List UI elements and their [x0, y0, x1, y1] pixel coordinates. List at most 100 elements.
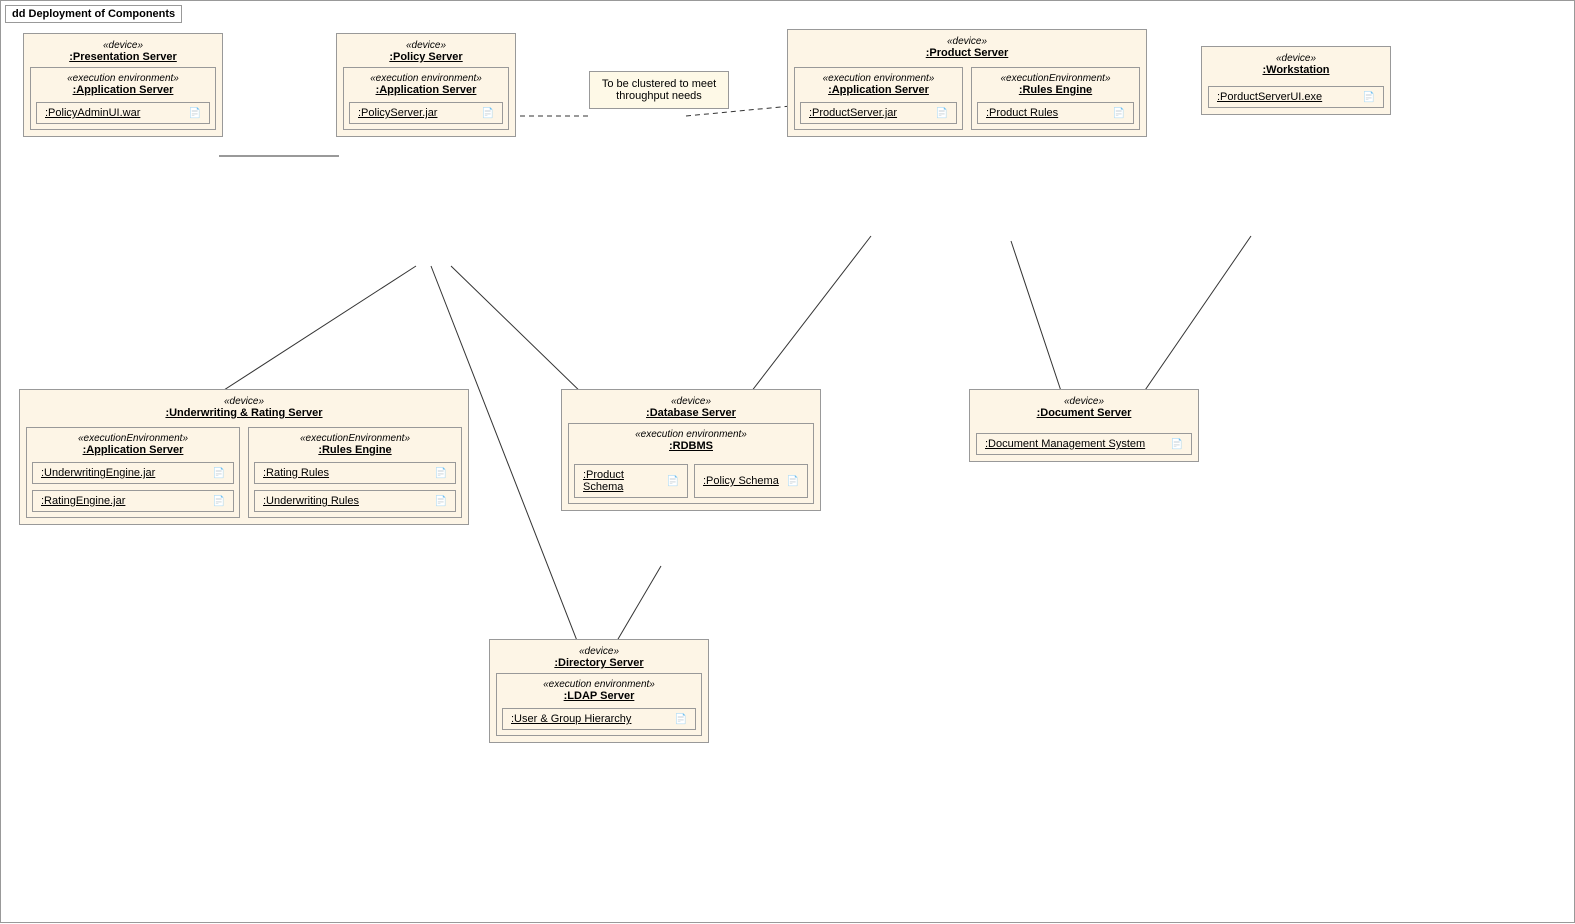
uw-rulesengine-name: :Rules Engine — [254, 444, 456, 456]
product-rulesengine-name: :Rules Engine — [977, 84, 1134, 96]
directory-server-title: «device» :Directory Server — [496, 646, 702, 669]
productserver-jar-artifact: :ProductServer.jar 📄 — [800, 102, 957, 124]
uw-rules-icon: 📄 — [435, 496, 447, 507]
policy-appserver-node: «execution environment» :Application Ser… — [343, 67, 509, 130]
note-text: To be clustered to meetthroughput needs — [602, 78, 716, 102]
document-server-name: :Document Server — [976, 407, 1192, 419]
policyadminui-icon: 📄 — [189, 108, 201, 119]
workstation-stereotype: «device» — [1208, 53, 1384, 64]
workstation-title: «device» :Workstation — [1208, 53, 1384, 76]
product-appserver-node: «execution environment» :Application Ser… — [794, 67, 963, 130]
rdbms-stereotype: «execution environment» — [574, 429, 808, 440]
database-server-stereotype: «device» — [568, 396, 814, 407]
uw-rules-artifact: :Underwriting Rules 📄 — [254, 490, 456, 512]
uw-engine-icon: 📄 — [213, 468, 225, 479]
product-server-stereotype: «device» — [794, 36, 1140, 47]
uw-rating-server-stereotype: «device» — [26, 396, 462, 407]
rating-rules-icon: 📄 — [435, 468, 447, 479]
policy-appserver-name: :Application Server — [349, 84, 503, 96]
directory-server-node: «device» :Directory Server «execution en… — [489, 639, 709, 743]
policy-schema-name: :Policy Schema — [703, 475, 779, 487]
uw-rating-server-title: «device» :Underwriting & Rating Server — [26, 396, 462, 419]
uw-engine-artifact: :UnderwritingEngine.jar 📄 — [32, 462, 234, 484]
rating-engine-name: :RatingEngine.jar — [41, 495, 125, 507]
user-group-icon: 📄 — [675, 714, 687, 725]
presentation-appserver-title: «execution environment» :Application Ser… — [36, 73, 210, 96]
presentation-server-title: «device» :Presentation Server — [30, 40, 216, 63]
rdbms-title: «execution environment» :RDBMS — [574, 429, 808, 452]
rating-engine-artifact: :RatingEngine.jar 📄 — [32, 490, 234, 512]
uw-rulesengine-node: «executionEnvironment» :Rules Engine :Ra… — [248, 427, 462, 518]
policyadminui-name: :PolicyAdminUI.war — [45, 107, 140, 119]
product-server-name: :Product Server — [794, 47, 1140, 59]
diagram-container: dd Deployment of Components «device» :Pr… — [0, 0, 1575, 923]
dms-name: :Document Management System — [985, 438, 1145, 450]
product-rules-icon: 📄 — [1113, 108, 1125, 119]
uw-appserver-stereotype: «executionEnvironment» — [32, 433, 234, 444]
policyadminui-artifact: :PolicyAdminUI.war 📄 — [36, 102, 210, 124]
policy-server-name: :Policy Server — [343, 51, 509, 63]
workstation-name: :Workstation — [1208, 64, 1384, 76]
presentation-server-node: «device» :Presentation Server «execution… — [23, 33, 223, 137]
rdbms-node: «execution environment» :RDBMS :Product … — [568, 423, 814, 504]
uw-appserver-title: «executionEnvironment» :Application Serv… — [32, 433, 234, 456]
uw-rating-server-node: «device» :Underwriting & Rating Server «… — [19, 389, 469, 525]
directory-server-name: :Directory Server — [496, 657, 702, 669]
workstation-artifact: :PorductServerUI.exe 📄 — [1208, 86, 1384, 108]
uw-engine-name: :UnderwritingEngine.jar — [41, 467, 155, 479]
product-server-node: «device» :Product Server «execution envi… — [787, 29, 1147, 137]
presentation-server-stereotype: «device» — [30, 40, 216, 51]
presentation-appserver-name: :Application Server — [36, 84, 210, 96]
presentation-server-name: :Presentation Server — [30, 51, 216, 63]
product-schema-artifact: :Product Schema 📄 — [574, 464, 688, 498]
policyserver-name: :PolicyServer.jar — [358, 107, 437, 119]
product-rules-name: :Product Rules — [986, 107, 1058, 119]
presentation-appserver-node: «execution environment» :Application Ser… — [30, 67, 216, 130]
database-server-title: «device» :Database Server — [568, 396, 814, 419]
rating-rules-artifact: :Rating Rules 📄 — [254, 462, 456, 484]
uw-rulesengine-title: «executionEnvironment» :Rules Engine — [254, 433, 456, 456]
rating-rules-name: :Rating Rules — [263, 467, 329, 479]
uw-rating-server-name: :Underwriting & Rating Server — [26, 407, 462, 419]
policy-appserver-stereotype: «execution environment» — [349, 73, 503, 84]
workstation-node: «device» :Workstation :PorductServerUI.e… — [1201, 46, 1391, 115]
user-group-artifact: :User & Group Hierarchy 📄 — [502, 708, 696, 730]
product-server-title: «device» :Product Server — [794, 36, 1140, 59]
policy-appserver-title: «execution environment» :Application Ser… — [349, 73, 503, 96]
uw-appserver-name: :Application Server — [32, 444, 234, 456]
policy-server-title: «device» :Policy Server — [343, 40, 509, 63]
workstation-artifact-icon: 📄 — [1363, 92, 1375, 103]
rating-engine-icon: 📄 — [213, 496, 225, 507]
ldap-stereotype: «execution environment» — [502, 679, 696, 690]
workstation-artifact-name: :PorductServerUI.exe — [1217, 91, 1322, 103]
database-server-name: :Database Server — [568, 407, 814, 419]
uw-rules-name: :Underwriting Rules — [263, 495, 359, 507]
user-group-name: :User & Group Hierarchy — [511, 713, 631, 725]
product-rulesengine-node: «executionEnvironment» :Rules Engine :Pr… — [971, 67, 1140, 130]
dms-artifact: :Document Management System 📄 — [976, 433, 1192, 455]
ldap-node: «execution environment» :LDAP Server :Us… — [496, 673, 702, 736]
document-server-node: «device» :Document Server :Document Mana… — [969, 389, 1199, 462]
product-appserver-name: :Application Server — [800, 84, 957, 96]
dms-icon: 📄 — [1171, 439, 1183, 450]
policyserver-icon: 📄 — [482, 108, 494, 119]
diagram-title: dd Deployment of Components — [5, 5, 182, 23]
policyserver-artifact: :PolicyServer.jar 📄 — [349, 102, 503, 124]
product-schema-icon: 📄 — [667, 476, 679, 487]
productserver-jar-icon: 📄 — [936, 108, 948, 119]
presentation-appserver-stereotype: «execution environment» — [36, 73, 210, 84]
document-server-title: «device» :Document Server — [976, 396, 1192, 419]
product-schema-name: :Product Schema — [583, 469, 663, 493]
product-rules-artifact: :Product Rules 📄 — [977, 102, 1134, 124]
ldap-name: :LDAP Server — [502, 690, 696, 702]
policy-schema-icon: 📄 — [787, 476, 799, 487]
product-appserver-title: «execution environment» :Application Ser… — [800, 73, 957, 96]
database-server-node: «device» :Database Server «execution env… — [561, 389, 821, 511]
rdbms-name: :RDBMS — [574, 440, 808, 452]
policy-server-node: «device» :Policy Server «execution envir… — [336, 33, 516, 137]
product-rulesengine-title: «executionEnvironment» :Rules Engine — [977, 73, 1134, 96]
product-appserver-stereotype: «execution environment» — [800, 73, 957, 84]
policy-server-stereotype: «device» — [343, 40, 509, 51]
ldap-title: «execution environment» :LDAP Server — [502, 679, 696, 702]
productserver-jar-name: :ProductServer.jar — [809, 107, 897, 119]
